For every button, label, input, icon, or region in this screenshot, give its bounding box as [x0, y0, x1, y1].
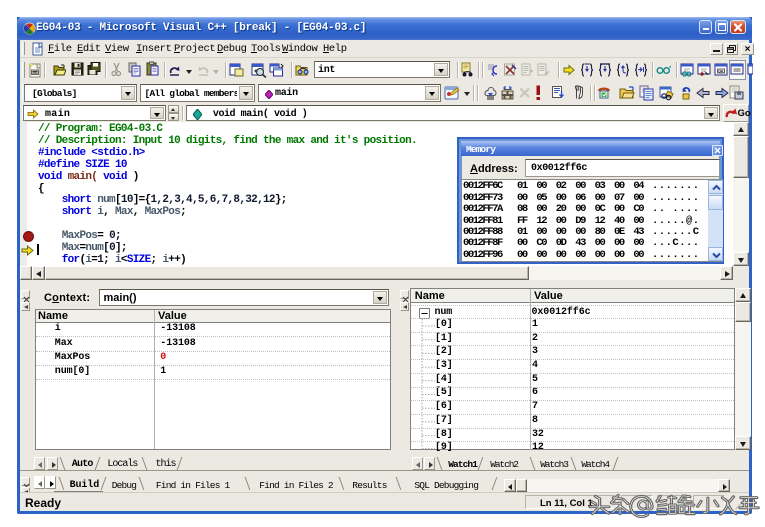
svg-text:OK: OK: [718, 69, 724, 73]
